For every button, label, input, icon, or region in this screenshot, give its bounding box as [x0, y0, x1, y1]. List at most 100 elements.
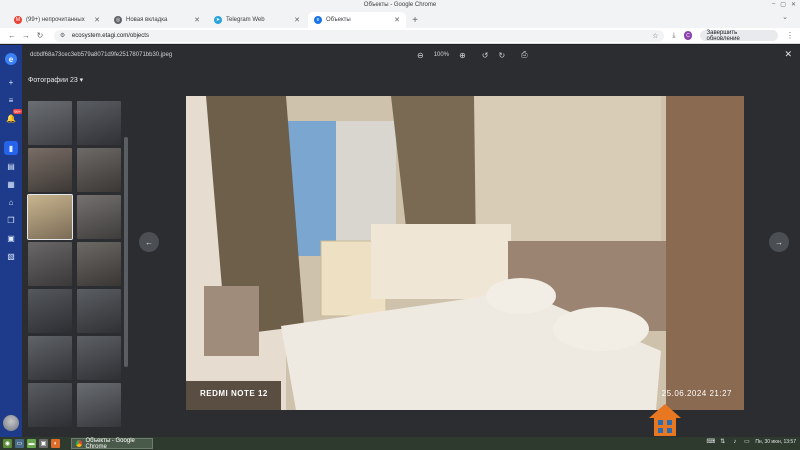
reload-icon[interactable]: ↻: [34, 30, 46, 42]
system-tray: ⌨ ⇅ ♪ ▭ Пн, 30 июн, 13:57: [706, 438, 796, 446]
thumbnail[interactable]: [28, 148, 72, 192]
home-icon[interactable]: ⌂: [4, 195, 18, 209]
thumbnail[interactable]: [28, 383, 72, 427]
forward-icon[interactable]: →: [20, 30, 32, 42]
zoom-in-icon[interactable]: ⊕: [459, 51, 466, 60]
thumbnail[interactable]: [77, 148, 121, 192]
main-photo: REDMI NOTE 12 25.06.2024 21:27: [186, 96, 744, 410]
thumbnail[interactable]: [28, 289, 72, 333]
start-menu-icon[interactable]: ◉: [3, 439, 12, 448]
chrome-icon: [76, 440, 83, 447]
volume-icon[interactable]: ♪: [731, 438, 738, 445]
next-photo-button[interactable]: →: [769, 232, 789, 252]
photos-dropdown[interactable]: Фотографии 23 ▾: [28, 76, 83, 84]
layers-icon[interactable]: ❐: [4, 213, 18, 227]
menu-lines-icon[interactable]: ≡: [4, 93, 18, 107]
zoom-level: 100%: [433, 52, 450, 58]
language-icon[interactable]: ⌨: [706, 438, 715, 445]
thumbnail[interactable]: [77, 383, 121, 427]
telegram-icon: ➤: [214, 16, 222, 24]
tab-new[interactable]: ◎ Новая вкладка ✕: [108, 12, 206, 28]
thumbnail[interactable]: [77, 101, 121, 145]
table-icon[interactable]: ▤: [4, 159, 18, 173]
previous-photo-button[interactable]: ←: [139, 232, 159, 252]
viewer-header: dcbdf68a73cec3eb579a8071d9fe25178071bb30…: [22, 45, 800, 67]
objects-icon[interactable]: ▮: [4, 141, 18, 155]
grid-icon[interactable]: ▦: [4, 177, 18, 191]
new-tab-button[interactable]: +: [408, 12, 422, 28]
taskbar-chrome-window[interactable]: Объекты - Google Chrome: [71, 437, 153, 450]
tab-telegram[interactable]: ➤ Telegram Web ✕: [208, 12, 306, 28]
minimize-icon[interactable]: –: [772, 1, 775, 8]
terminal-icon[interactable]: ▭: [15, 439, 24, 448]
notification-badge: 99+: [13, 109, 22, 114]
bookmark-star-icon[interactable]: ☆: [652, 32, 658, 40]
taskbar-task-label: Объекты - Google Chrome: [85, 437, 135, 450]
app-icon[interactable]: ▣: [39, 439, 48, 448]
update-button[interactable]: Завершить обновление: [700, 30, 778, 42]
rotate-right-icon[interactable]: ↻: [498, 51, 505, 60]
thumbnail[interactable]: [28, 242, 72, 286]
user-avatar[interactable]: [3, 415, 19, 431]
clock[interactable]: Пн, 30 июн, 13:57: [755, 439, 796, 445]
tab-strip: M (99+) непрочитанных ✕ ◎ Новая вкладка …: [0, 10, 800, 28]
maximize-icon[interactable]: ▢: [780, 1, 786, 8]
thumbnail-selected[interactable]: [27, 194, 73, 240]
chrome-icon: ◎: [114, 16, 122, 24]
app-area: e + ≡ 🔔 99+ ▮ ▤ ▦ ⌂ ❐ ▣ ▧ dcbdf68a73cec3e…: [0, 45, 800, 437]
files-icon[interactable]: ▬: [27, 439, 36, 448]
close-icon[interactable]: ✕: [791, 1, 796, 8]
tab-label: Объекты: [326, 17, 351, 23]
rotate-left-icon[interactable]: ↺: [482, 51, 489, 60]
mail-icon: M: [14, 16, 22, 24]
thumbnail[interactable]: [28, 336, 72, 380]
thumbnail[interactable]: [77, 195, 121, 239]
print-icon[interactable]: ⎙: [521, 50, 527, 60]
profile-avatar[interactable]: C: [683, 31, 693, 40]
firefox-icon[interactable]: ◐: [51, 439, 60, 448]
tab-label: Telegram Web: [226, 17, 265, 23]
close-tab-icon[interactable]: ✕: [394, 16, 400, 24]
site-info-icon[interactable]: ⚙: [60, 32, 67, 39]
thumbnails-scrollbar[interactable]: [124, 137, 128, 367]
house-watermark-icon: [649, 404, 681, 436]
add-icon[interactable]: +: [4, 75, 18, 89]
menu-icon[interactable]: ⋮: [786, 31, 794, 40]
rail-spacer: [4, 129, 18, 137]
close-tab-icon[interactable]: ✕: [294, 16, 300, 24]
address-bar[interactable]: ⚙ ecosystem.etagi.com/objects ☆: [53, 29, 665, 42]
window-titlebar: Объекты - Google Chrome – ▢ ✕: [0, 0, 800, 10]
download-icon[interactable]: ⤓: [672, 32, 675, 40]
thumbnail[interactable]: [77, 242, 121, 286]
calendar-icon[interactable]: ▣: [4, 231, 18, 245]
left-rail: e + ≡ 🔔 99+ ▮ ▤ ▦ ⌂ ❐ ▣ ▧: [0, 45, 22, 437]
thumbnail[interactable]: [77, 289, 121, 333]
window-controls: – ▢ ✕: [772, 1, 796, 8]
back-icon[interactable]: ←: [6, 30, 18, 42]
tab-search-icon[interactable]: ⌄: [782, 13, 788, 21]
tab-mail[interactable]: M (99+) непрочитанных ✕: [8, 12, 106, 28]
network-icon[interactable]: ⇅: [719, 438, 726, 445]
thumbnail[interactable]: [77, 336, 121, 380]
battery-icon[interactable]: ▭: [743, 438, 750, 445]
zoom-controls: ⊖ 100% ⊕ ↺ ↻ ⎙: [417, 50, 528, 60]
thumbnails-panel: Фотографии 23 ▾: [22, 67, 128, 437]
notifications-icon[interactable]: 🔔 99+: [4, 109, 22, 125]
window-title: Объекты - Google Chrome: [363, 2, 437, 8]
browser-toolbar: ← → ↻ ⚙ ecosystem.etagi.com/objects ☆ ⤓ …: [0, 28, 800, 44]
close-viewer-icon[interactable]: ✕: [784, 49, 792, 60]
thumbnail-grid: [27, 101, 121, 427]
camera-watermark: REDMI NOTE 12: [200, 389, 268, 398]
bedroom-photo: [186, 96, 744, 410]
tab-objects[interactable]: e Объекты ✕: [308, 12, 406, 28]
zoom-out-icon[interactable]: ⊖: [417, 51, 424, 60]
etagi-icon: e: [314, 16, 322, 24]
close-tab-icon[interactable]: ✕: [194, 16, 200, 24]
docs-icon[interactable]: ▧: [4, 249, 18, 263]
file-name: dcbdf68a73cec3eb579a8071d9fe25178071bb30…: [30, 52, 173, 58]
url-text: ecosystem.etagi.com/objects: [71, 32, 149, 39]
thumbnail[interactable]: [28, 101, 72, 145]
close-tab-icon[interactable]: ✕: [94, 16, 100, 24]
etagi-logo-icon[interactable]: e: [5, 53, 17, 65]
os-taskbar: ◉ ▭ ▬ ▣ ◐ Объекты - Google Chrome ⌨ ⇅ ♪ …: [0, 437, 800, 450]
